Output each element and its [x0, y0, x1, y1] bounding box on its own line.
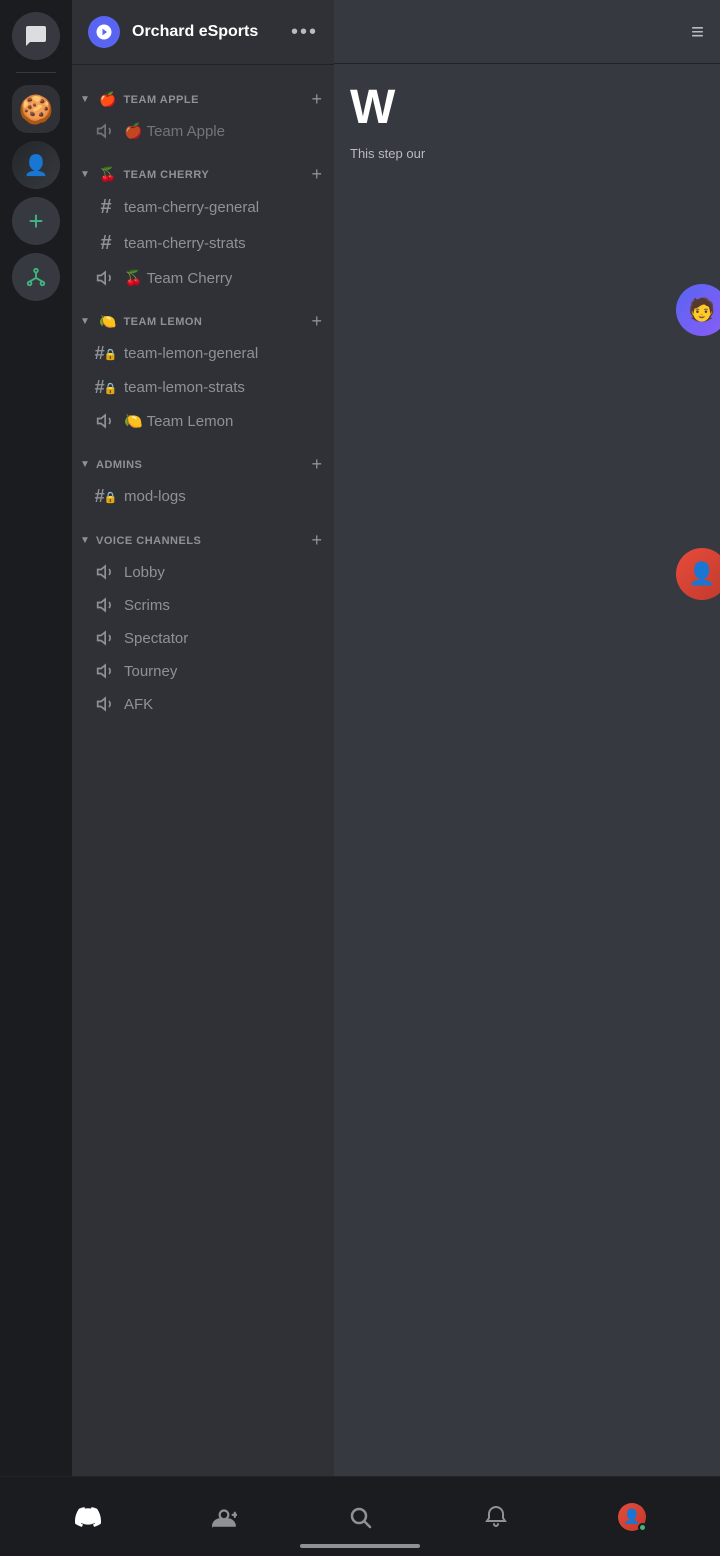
volume-icon	[96, 628, 116, 648]
category-admins[interactable]: ▼ ADMINS +	[72, 438, 334, 479]
team-lemon-emoji: 🍋	[99, 313, 116, 330]
hamburger-icon[interactable]: ≡	[691, 19, 704, 45]
right-panel-header: ≡	[334, 0, 720, 64]
volume-icon	[96, 694, 116, 714]
dark-server-icon[interactable]: 👤	[12, 141, 60, 189]
channel-list: Orchard eSports ••• ▼ 🍎 TEAM APPLE +	[72, 0, 334, 1556]
channel-team-apple-voice-name: 🍎 Team Apple	[124, 122, 225, 140]
nav-friends-button[interactable]	[210, 1503, 238, 1531]
server-logo	[88, 16, 120, 48]
server-sidebar: 🍪 👤 +	[0, 0, 72, 1556]
channel-lobby-name: Lobby	[124, 564, 165, 581]
channel-mod-logs[interactable]: # 🔒 mod-logs	[80, 480, 326, 513]
add-channel-team-lemon-button[interactable]: +	[307, 311, 326, 332]
volume-icon	[96, 595, 116, 615]
channel-team-lemon-voice[interactable]: 🍋 Team Lemon	[80, 405, 326, 437]
chevron-down-icon: ▼	[80, 459, 92, 470]
hash-icon: #	[96, 232, 116, 255]
channel-team-lemon-strats-name: team-lemon-strats	[124, 379, 245, 396]
add-channel-voice-button[interactable]: +	[307, 530, 326, 551]
hash-lock-icon: # 🔒	[96, 486, 116, 507]
friends-icon	[210, 1503, 238, 1531]
add-channel-team-cherry-button[interactable]: +	[307, 164, 326, 185]
nav-profile-button[interactable]: 👤	[618, 1503, 646, 1531]
channels-scroll: ▼ 🍎 TEAM APPLE + 🍎 Team Apple	[72, 65, 334, 1476]
profile-avatar: 👤	[618, 1503, 646, 1531]
channel-spectator-name: Spectator	[124, 630, 188, 647]
bell-icon	[482, 1503, 510, 1531]
search-icon	[346, 1503, 374, 1531]
channel-team-lemon-general-name: team-lemon-general	[124, 345, 258, 362]
channel-afk[interactable]: AFK	[80, 688, 326, 720]
channel-team-cherry-strats[interactable]: # team-cherry-strats	[80, 226, 326, 261]
chevron-down-icon: ▼	[80, 535, 92, 546]
category-team-lemon[interactable]: ▼ 🍋 TEAM LEMON +	[72, 295, 334, 336]
channel-team-lemon-strats[interactable]: # 🔒 team-lemon-strats	[80, 371, 326, 404]
add-channel-admins-button[interactable]: +	[307, 454, 326, 475]
channel-team-apple-voice[interactable]: 🍎 Team Apple	[80, 115, 326, 147]
category-team-apple-label: TEAM APPLE	[123, 94, 303, 106]
cookie-server-icon[interactable]: 🍪	[12, 85, 60, 133]
right-panel-content: W This step our 🧑 👤	[334, 64, 720, 1556]
hash-lock-icon: # 🔒	[96, 343, 116, 364]
avatar-1: 🧑	[676, 284, 720, 336]
volume-icon	[96, 268, 116, 288]
avatar-2: 👤	[676, 548, 720, 600]
chevron-down-icon: ▼	[80, 169, 92, 180]
volume-icon	[96, 562, 116, 582]
category-team-cherry-label: TEAM CHERRY	[123, 169, 303, 181]
explore-server-button[interactable]	[12, 253, 60, 301]
add-channel-team-apple-button[interactable]: +	[307, 89, 326, 110]
channel-team-cherry-general-name: team-cherry-general	[124, 199, 259, 216]
avatar-stack: 🧑 👤	[676, 284, 720, 600]
category-team-cherry[interactable]: ▼ 🍒 TEAM CHERRY +	[72, 148, 334, 189]
volume-icon	[96, 661, 116, 681]
discord-icon	[74, 1503, 102, 1531]
home-indicator	[300, 1544, 420, 1548]
channel-team-cherry-strats-name: team-cherry-strats	[124, 235, 246, 252]
channel-team-lemon-voice-name: 🍋 Team Lemon	[124, 412, 233, 430]
channel-spectator[interactable]: Spectator	[80, 622, 326, 654]
channel-afk-name: AFK	[124, 696, 153, 713]
online-indicator	[638, 1523, 647, 1532]
nav-home-button[interactable]	[74, 1503, 102, 1531]
category-team-lemon-label: TEAM LEMON	[123, 316, 303, 328]
channel-scrims[interactable]: Scrims	[80, 589, 326, 621]
server-options-button[interactable]: •••	[291, 21, 318, 44]
team-cherry-emoji: 🍒	[99, 166, 116, 183]
hash-icon: #	[96, 196, 116, 219]
category-admins-label: ADMINS	[96, 459, 303, 471]
volume-icon	[96, 411, 116, 431]
channel-lobby[interactable]: Lobby	[80, 556, 326, 588]
server-name: Orchard eSports	[132, 23, 279, 41]
channel-team-cherry-voice[interactable]: 🍒 Team Cherry	[80, 262, 326, 294]
channel-team-lemon-general[interactable]: # 🔒 team-lemon-general	[80, 337, 326, 370]
hash-lock-icon: # 🔒	[96, 377, 116, 398]
right-panel-letter: W	[350, 84, 704, 132]
channel-scrims-name: Scrims	[124, 597, 170, 614]
channel-team-cherry-voice-name: 🍒 Team Cherry	[124, 269, 232, 287]
chevron-down-icon: ▼	[80, 94, 92, 105]
nav-search-button[interactable]	[346, 1503, 374, 1531]
category-voice-channels-label: VOICE CHANNELS	[96, 535, 303, 547]
channel-team-cherry-general[interactable]: # team-cherry-general	[80, 190, 326, 225]
channel-mod-logs-name: mod-logs	[124, 488, 186, 505]
server-header[interactable]: Orchard eSports •••	[72, 0, 334, 65]
chevron-down-icon: ▼	[80, 316, 92, 327]
team-apple-emoji: 🍎	[99, 91, 116, 108]
category-team-apple[interactable]: ▼ 🍎 TEAM APPLE +	[72, 73, 334, 114]
nav-notifications-button[interactable]	[482, 1503, 510, 1531]
add-server-button[interactable]: +	[12, 197, 60, 245]
volume-icon	[96, 121, 116, 141]
channel-tourney[interactable]: Tourney	[80, 655, 326, 687]
category-voice-channels[interactable]: ▼ VOICE CHANNELS +	[72, 514, 334, 555]
right-panel-subtext: This step our	[350, 144, 704, 164]
channel-tourney-name: Tourney	[124, 663, 177, 680]
chat-server-icon[interactable]	[12, 12, 60, 60]
right-panel: ≡ W This step our 🧑 👤	[334, 0, 720, 1556]
